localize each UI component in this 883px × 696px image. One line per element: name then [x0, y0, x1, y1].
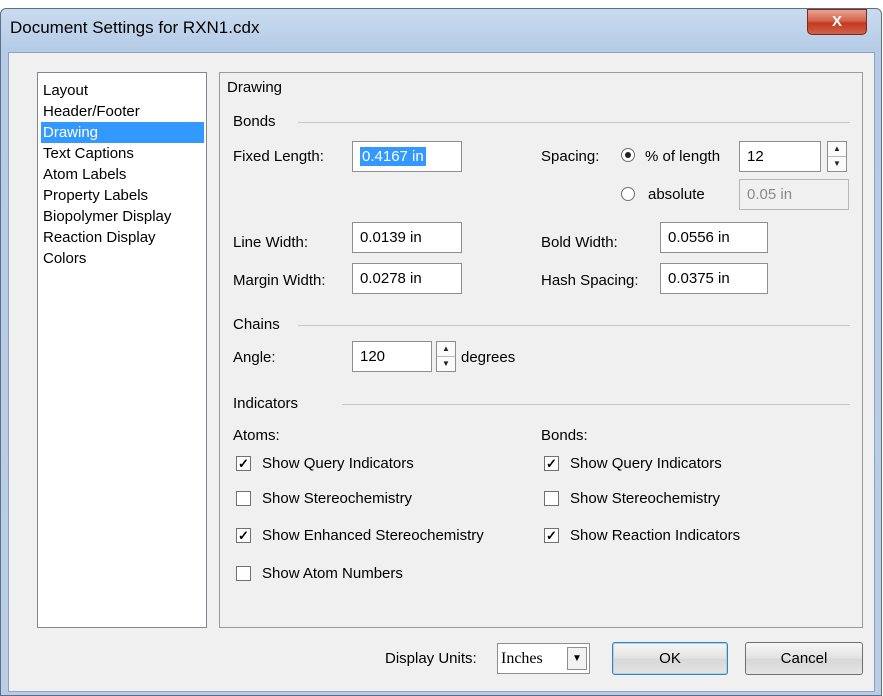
- ok-button[interactable]: OK: [612, 642, 728, 675]
- angle-spinner[interactable]: ▲ ▼: [436, 341, 456, 372]
- atoms-stereochemistry-checkbox[interactable]: [236, 491, 251, 506]
- bonds-query-indicators-checkbox[interactable]: ✓: [544, 456, 559, 471]
- bonds-stereochemistry-label: Show Stereochemistry: [570, 490, 721, 507]
- spin-down-icon[interactable]: ▼: [828, 157, 846, 171]
- angle-input[interactable]: 120: [352, 341, 432, 372]
- spin-down-icon[interactable]: ▼: [437, 357, 455, 371]
- percent-spinner[interactable]: ▲ ▼: [827, 141, 847, 172]
- atoms-atom-numbers-label: Show Atom Numbers: [262, 565, 403, 582]
- sidebar-item-reaction-display[interactable]: Reaction Display: [41, 227, 204, 248]
- atoms-enhanced-stereochemistry-checkbox[interactable]: ✓: [236, 528, 251, 543]
- sidebar-item-property-labels[interactable]: Property Labels: [41, 185, 204, 206]
- atoms-query-indicators-label: Show Query Indicators: [262, 455, 414, 472]
- spacing-label: Spacing:: [541, 148, 600, 165]
- degrees-label: degrees: [461, 349, 516, 366]
- absolute-label: absolute: [648, 186, 705, 203]
- sidebar-item-text-captions[interactable]: Text Captions: [41, 143, 204, 164]
- bonds-reaction-indicators-label: Show Reaction Indicators: [570, 527, 741, 544]
- spin-up-icon[interactable]: ▲: [828, 142, 846, 157]
- display-units-select[interactable]: Inches ▼: [497, 643, 590, 674]
- hash-spacing-label: Hash Spacing:: [541, 272, 639, 289]
- fixed-length-value: 0.4167 in: [360, 147, 426, 166]
- atoms-label: Atoms:: [233, 427, 280, 444]
- bold-width-input[interactable]: 0.0556 in: [660, 222, 768, 253]
- bonds-heading: Bonds: [232, 113, 280, 130]
- bold-width-label: Bold Width:: [541, 234, 618, 251]
- bonds-label: Bonds:: [541, 427, 588, 444]
- percent-of-length-input[interactable]: 12: [739, 141, 821, 172]
- percent-of-length-label: % of length: [645, 148, 721, 165]
- panel-title: Drawing: [226, 79, 287, 96]
- atoms-enhanced-stereochemistry-label: Show Enhanced Stereochemistry: [262, 527, 484, 544]
- angle-label: Angle:: [233, 349, 276, 366]
- window-title: Document Settings for RXN1.cdx: [10, 18, 260, 37]
- sidebar-item-atom-labels[interactable]: Atom Labels: [41, 164, 204, 185]
- atoms-stereochemistry-label: Show Stereochemistry: [262, 490, 413, 507]
- sidebar-item-layout[interactable]: Layout: [41, 80, 204, 101]
- chains-heading: Chains: [232, 316, 284, 333]
- percent-of-length-radio[interactable]: [621, 148, 635, 162]
- spin-up-icon[interactable]: ▲: [437, 342, 455, 357]
- fixed-length-label: Fixed Length:: [233, 148, 324, 165]
- atoms-atom-numbers-checkbox[interactable]: [236, 566, 251, 581]
- chains-divider: [298, 325, 850, 326]
- margin-width-input[interactable]: 0.0278 in: [352, 263, 462, 294]
- absolute-radio[interactable]: [621, 187, 635, 201]
- margin-width-label: Margin Width:: [233, 272, 326, 289]
- line-width-input[interactable]: 0.0139 in: [352, 222, 462, 253]
- line-width-label: Line Width:: [233, 234, 309, 251]
- display-units-value: Inches: [501, 650, 543, 667]
- indicators-heading: Indicators: [232, 395, 303, 412]
- sidebar-item-drawing[interactable]: Drawing: [41, 122, 204, 143]
- cancel-button[interactable]: Cancel: [745, 642, 863, 675]
- bonds-query-indicators-label: Show Query Indicators: [570, 455, 722, 472]
- bonds-divider: [298, 122, 850, 123]
- display-units-label: Display Units:: [385, 650, 477, 667]
- hash-spacing-input[interactable]: 0.0375 in: [660, 263, 768, 294]
- sidebar-item-colors[interactable]: Colors: [41, 248, 204, 269]
- bonds-stereochemistry-checkbox[interactable]: [544, 491, 559, 506]
- sidebar-item-biopolymer-display[interactable]: Biopolymer Display: [41, 206, 204, 227]
- indicators-divider: [342, 404, 850, 405]
- close-button[interactable]: X: [807, 9, 867, 35]
- sidebar-item-header-footer[interactable]: Header/Footer: [41, 101, 204, 122]
- fixed-length-input[interactable]: 0.4167 in: [352, 141, 462, 172]
- bonds-reaction-indicators-checkbox[interactable]: ✓: [544, 528, 559, 543]
- atoms-query-indicators-checkbox[interactable]: ✓: [236, 456, 251, 471]
- absolute-input[interactable]: 0.05 in: [739, 179, 849, 210]
- chevron-down-icon[interactable]: ▼: [567, 647, 587, 670]
